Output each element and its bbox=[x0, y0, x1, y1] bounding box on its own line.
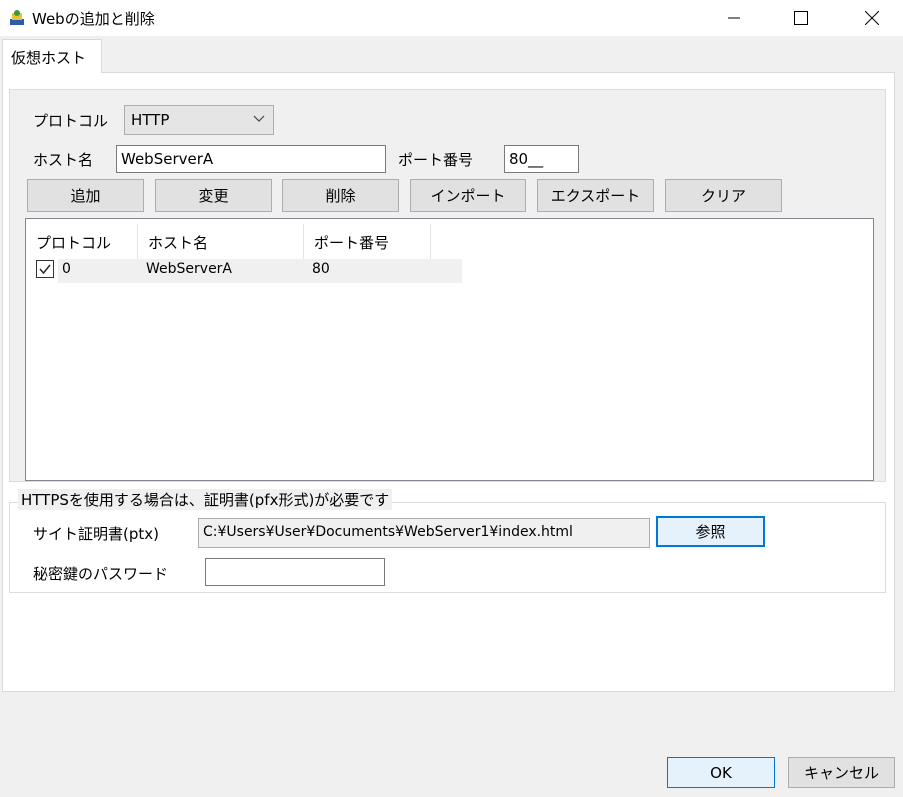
window-title: Webの追加と削除 bbox=[32, 10, 155, 28]
host-input[interactable]: WebServerA bbox=[116, 145, 386, 173]
delete-button[interactable]: 削除 bbox=[282, 179, 399, 212]
cancel-button[interactable]: キャンセル bbox=[788, 757, 895, 788]
table-row[interactable]: 0 WebServerA 80 bbox=[58, 259, 462, 283]
column-header-port[interactable]: ポート番号 bbox=[304, 224, 431, 260]
host-label: ホスト名 bbox=[33, 151, 94, 169]
https-caption: HTTPSを使用する場合は、証明書(pfx形式)が必要です bbox=[18, 489, 393, 510]
checkmark-icon bbox=[39, 264, 51, 275]
cert-path-field[interactable]: C:¥Users¥User¥Documents¥WebServer1¥index… bbox=[198, 518, 650, 548]
add-button[interactable]: 追加 bbox=[27, 179, 144, 212]
ok-button[interactable]: OK bbox=[667, 757, 775, 788]
password-input[interactable] bbox=[205, 558, 385, 586]
protocol-label: プロトコル bbox=[33, 112, 109, 130]
cert-label: サイト証明書(ptx) bbox=[33, 525, 159, 543]
title-bar: Webの追加と削除 bbox=[0, 0, 903, 36]
row-host: WebServerA bbox=[146, 261, 233, 277]
export-button[interactable]: エクスポート bbox=[537, 179, 654, 212]
close-button[interactable] bbox=[849, 0, 895, 36]
maximize-icon bbox=[794, 11, 808, 25]
minimize-icon bbox=[728, 17, 740, 19]
host-list[interactable]: プロトコル ホスト名 ポート番号 0 WebServerA 80 bbox=[25, 218, 874, 481]
browse-button[interactable]: 参照 bbox=[656, 516, 765, 547]
maximize-button[interactable] bbox=[778, 0, 824, 36]
close-icon bbox=[865, 11, 879, 25]
password-label: 秘密鍵のパスワード bbox=[33, 565, 169, 583]
clear-button[interactable]: クリア bbox=[665, 179, 782, 212]
change-button[interactable]: 変更 bbox=[155, 179, 272, 212]
tab-virtual-host[interactable]: 仮想ホスト bbox=[2, 39, 102, 73]
row-checkbox[interactable] bbox=[36, 260, 54, 278]
row-port: 80 bbox=[312, 261, 330, 277]
port-input[interactable]: 80__ bbox=[504, 145, 579, 173]
row-protocol: 0 bbox=[62, 261, 71, 277]
column-header-protocol[interactable]: プロトコル bbox=[26, 224, 138, 260]
app-icon bbox=[10, 10, 24, 25]
chevron-down-icon bbox=[253, 115, 265, 122]
import-button[interactable]: インポート bbox=[410, 179, 526, 212]
protocol-select[interactable]: HTTP bbox=[124, 105, 274, 135]
column-header-host[interactable]: ホスト名 bbox=[138, 224, 304, 260]
protocol-value: HTTP bbox=[131, 111, 170, 129]
minimize-button[interactable] bbox=[711, 0, 757, 36]
port-label: ポート番号 bbox=[398, 151, 474, 169]
